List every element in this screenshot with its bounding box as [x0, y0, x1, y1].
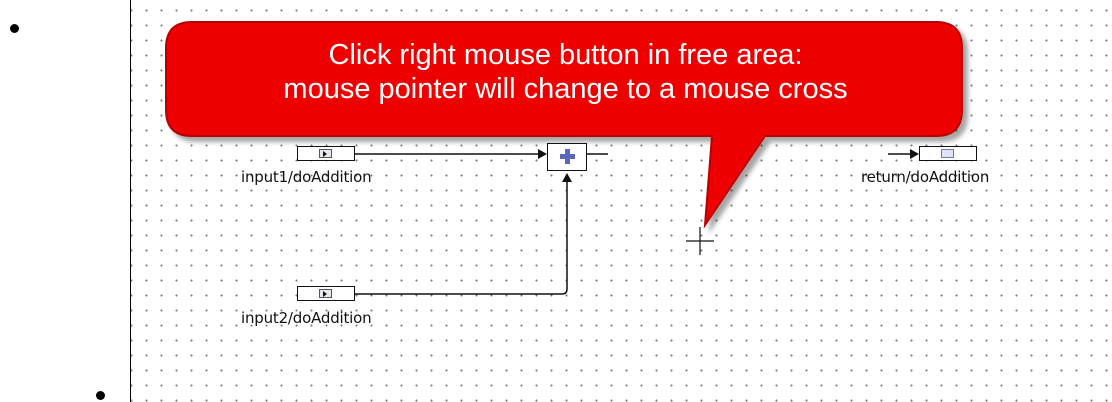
- input-port-arrow-icon: [319, 289, 332, 298]
- connector-arrowhead-add-bottom: [562, 173, 572, 182]
- return-port[interactable]: [919, 146, 977, 161]
- input1-label: input1/doAddition: [241, 168, 372, 186]
- connector-input2-to-add: [355, 181, 568, 295]
- input2-label: input2/doAddition: [241, 309, 372, 327]
- connector-arrowhead-return: [910, 149, 919, 159]
- output-port-icon: [941, 149, 954, 158]
- input-port-arrow-icon: [319, 149, 332, 158]
- callout-text: Click right mouse button in free area: m…: [283, 39, 848, 105]
- add-operator-icon-vertical: [565, 149, 570, 164]
- return-label: return/doAddition: [861, 168, 990, 186]
- add-operator-block[interactable]: [547, 143, 587, 171]
- input1-port[interactable]: [297, 146, 355, 161]
- input2-port[interactable]: [297, 286, 355, 301]
- connector-arrowhead-add: [538, 149, 547, 159]
- crosshair-cursor-icon: [686, 227, 714, 255]
